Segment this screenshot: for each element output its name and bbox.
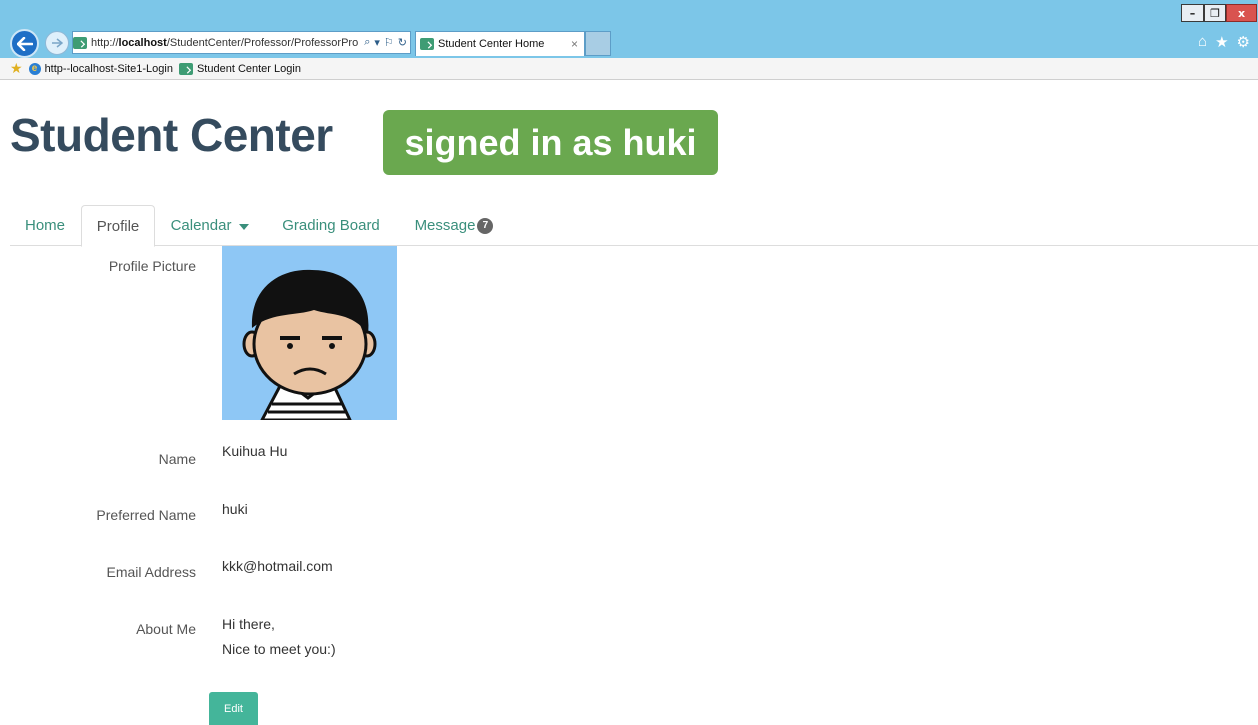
about-me-label: About Me — [136, 621, 196, 637]
email-value: kkk@hotmail.com — [222, 558, 333, 574]
new-tab-button[interactable] — [585, 31, 611, 56]
favorites-bar: ★ e http--localhost-Site1-Login Student … — [0, 58, 1258, 80]
favorite-link-site1-login[interactable]: e http--localhost-Site1-Login — [28, 62, 173, 75]
close-window-button[interactable]: x — [1226, 4, 1257, 22]
avatar — [222, 246, 397, 420]
address-bar[interactable]: http://localhost/StudentCenter/Professor… — [72, 31, 411, 54]
tab-favicon-icon — [420, 38, 434, 50]
signed-in-badge: signed in as huki — [383, 110, 718, 175]
tab-grading-board[interactable]: Grading Board — [268, 205, 394, 246]
preferred-name-value: huki — [222, 501, 248, 517]
tab-home[interactable]: Home — [10, 205, 80, 246]
minimize-button[interactable]: – — [1181, 4, 1204, 22]
edit-button[interactable]: Edit — [209, 692, 258, 725]
favorite-link-student-center-login[interactable]: Student Center Login — [178, 62, 301, 75]
profile-picture-label: Profile Picture — [108, 258, 196, 274]
back-button[interactable] — [10, 29, 39, 58]
main-nav-tabs: Home Profile Calendar Grading Board Mess… — [10, 205, 1258, 247]
email-label: Email Address — [106, 564, 196, 580]
arrow-right-icon — [52, 38, 63, 48]
compatibility-icon[interactable]: ⚐ — [384, 36, 394, 49]
tab-profile[interactable]: Profile — [81, 205, 155, 247]
refresh-icon[interactable]: ↻ — [398, 36, 407, 49]
address-url: http://localhost/StudentCenter/Professor… — [91, 36, 359, 49]
browser-tab[interactable]: Student Center Home × — [415, 31, 585, 56]
chevron-down-icon — [239, 224, 250, 230]
forward-button[interactable] — [45, 31, 69, 55]
maximize-button[interactable]: ❐ — [1204, 4, 1226, 22]
tab-title: Student Center Home — [438, 38, 545, 50]
ie-page-icon: e — [28, 62, 41, 75]
preferred-name-label: Preferred Name — [96, 507, 196, 523]
tab-message[interactable]: Message 7 — [402, 205, 506, 246]
name-value: Kuihua Hu — [222, 443, 288, 459]
add-favorite-icon[interactable]: ★ — [10, 60, 23, 77]
site-favicon-icon — [73, 36, 87, 49]
tab-close-icon[interactable]: × — [571, 37, 578, 51]
name-label: Name — [158, 451, 196, 467]
message-count-badge: 7 — [477, 217, 494, 234]
tab-calendar[interactable]: Calendar — [158, 205, 262, 246]
dropdown-icon[interactable]: ▾ — [374, 36, 380, 49]
search-icon[interactable]: ⌕ — [364, 36, 370, 49]
about-me-line-2: Nice to meet you:) — [222, 641, 336, 657]
settings-gear-icon[interactable]: ⚙ — [1237, 33, 1250, 51]
favorites-star-icon[interactable]: ★ — [1215, 33, 1228, 51]
about-me-line-1: Hi there, — [222, 616, 275, 632]
arrow-left-icon — [16, 36, 33, 51]
page-title: Student Center — [10, 109, 333, 161]
site-favicon-icon — [178, 62, 193, 75]
home-icon[interactable]: ⌂ — [1198, 33, 1207, 51]
